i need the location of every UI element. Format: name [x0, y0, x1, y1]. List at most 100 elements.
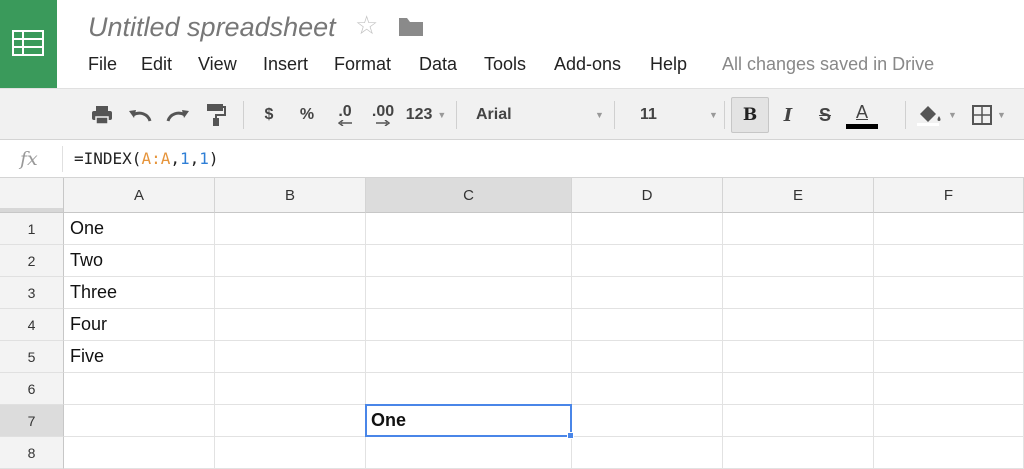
- cell-a4[interactable]: Four: [64, 309, 215, 341]
- menu-addons[interactable]: Add-ons: [554, 54, 621, 75]
- row-header-8[interactable]: 8: [0, 437, 64, 469]
- cell-b2[interactable]: [215, 245, 366, 277]
- cell-d4[interactable]: [572, 309, 723, 341]
- cell-f6[interactable]: [874, 373, 1024, 405]
- cell-e4[interactable]: [723, 309, 874, 341]
- cell-f1[interactable]: [874, 213, 1024, 245]
- cell-f7[interactable]: [874, 405, 1024, 437]
- decrease-decimal-button[interactable]: .0: [330, 89, 360, 141]
- column-header-f[interactable]: F: [874, 178, 1024, 213]
- menu-data[interactable]: Data: [419, 54, 457, 75]
- cell-b3[interactable]: [215, 277, 366, 309]
- cell-c6[interactable]: [366, 373, 572, 405]
- cell-d8[interactable]: [572, 437, 723, 469]
- cell-a1[interactable]: One: [64, 213, 215, 245]
- cell-a6[interactable]: [64, 373, 215, 405]
- cell-f2[interactable]: [874, 245, 1024, 277]
- strikethrough-button[interactable]: S: [812, 89, 838, 141]
- font-size-select[interactable]: 11 ▼: [620, 89, 720, 141]
- cell-c5[interactable]: [366, 341, 572, 373]
- bold-button[interactable]: B: [731, 97, 769, 133]
- column-header-a[interactable]: A: [64, 178, 215, 213]
- cell-c1[interactable]: [366, 213, 572, 245]
- folder-icon[interactable]: [398, 17, 424, 42]
- cell-c3[interactable]: [366, 277, 572, 309]
- fill-handle[interactable]: [567, 432, 574, 439]
- print-button[interactable]: [88, 89, 116, 141]
- cell-e8[interactable]: [723, 437, 874, 469]
- cell-a2[interactable]: Two: [64, 245, 215, 277]
- cell-c2[interactable]: [366, 245, 572, 277]
- cell-d6[interactable]: [572, 373, 723, 405]
- menu-tools[interactable]: Tools: [484, 54, 526, 75]
- cell-f8[interactable]: [874, 437, 1024, 469]
- cell-d7[interactable]: [572, 405, 723, 437]
- cell-b4[interactable]: [215, 309, 366, 341]
- row-header-5[interactable]: 5: [0, 341, 64, 373]
- borders-button[interactable]: ▼: [966, 89, 1024, 141]
- italic-button[interactable]: I: [776, 89, 800, 141]
- cell-e5[interactable]: [723, 341, 874, 373]
- row-header-4[interactable]: 4: [0, 309, 64, 341]
- column-header-c[interactable]: C: [366, 178, 572, 213]
- row-header-3[interactable]: 3: [0, 277, 64, 309]
- cell-d1[interactable]: [572, 213, 723, 245]
- cell-b7[interactable]: [215, 405, 366, 437]
- cell-d5[interactable]: [572, 341, 723, 373]
- currency-button[interactable]: $: [258, 89, 280, 141]
- cell-b1[interactable]: [215, 213, 366, 245]
- font-family-select[interactable]: Arial ▼: [462, 89, 606, 141]
- cell-e6[interactable]: [723, 373, 874, 405]
- undo-button[interactable]: [126, 89, 154, 141]
- cell-e2[interactable]: [723, 245, 874, 277]
- star-icon[interactable]: ☆: [355, 12, 378, 38]
- formula-input[interactable]: =INDEX(A:A,1,1): [74, 149, 219, 168]
- increase-decimal-button[interactable]: .00: [366, 89, 400, 141]
- sheets-logo[interactable]: [0, 0, 57, 88]
- chevron-down-icon: ▼: [437, 110, 447, 120]
- cell-d3[interactable]: [572, 277, 723, 309]
- formula-col-arg: 1: [199, 149, 209, 168]
- row-header-1[interactable]: 1: [0, 213, 64, 245]
- toolbar: $ % .0 .00 123 ▼ Arial ▼ 11 ▼ B I S A ▼: [0, 88, 1024, 140]
- number-format-button[interactable]: 123 ▼: [402, 89, 450, 141]
- document-title[interactable]: Untitled spreadsheet: [88, 12, 336, 43]
- cell-e7[interactable]: [723, 405, 874, 437]
- percent-button[interactable]: %: [294, 89, 320, 141]
- text-color-button[interactable]: A: [845, 89, 879, 141]
- cell-f4[interactable]: [874, 309, 1024, 341]
- row-header-2[interactable]: 2: [0, 245, 64, 277]
- menu-format[interactable]: Format: [334, 54, 391, 75]
- column-header-d[interactable]: D: [572, 178, 723, 213]
- cell-a5[interactable]: Five: [64, 341, 215, 373]
- cell-b6[interactable]: [215, 373, 366, 405]
- cell-c4[interactable]: [366, 309, 572, 341]
- menu-file[interactable]: File: [88, 54, 117, 75]
- cell-c8[interactable]: [366, 437, 572, 469]
- save-status[interactable]: All changes saved in Drive: [722, 54, 934, 75]
- redo-button[interactable]: [164, 89, 192, 141]
- cell-e3[interactable]: [723, 277, 874, 309]
- cell-a8[interactable]: [64, 437, 215, 469]
- column-header-b[interactable]: B: [215, 178, 366, 213]
- menu-help[interactable]: Help: [650, 54, 687, 75]
- fill-color-button[interactable]: ▼: [914, 89, 960, 141]
- cell-f5[interactable]: [874, 341, 1024, 373]
- active-cell-c7[interactable]: One: [365, 404, 572, 437]
- column-header-e[interactable]: E: [723, 178, 874, 213]
- row-header-7[interactable]: 7: [0, 405, 64, 437]
- cell-a3[interactable]: Three: [64, 277, 215, 309]
- cell-a7[interactable]: [64, 405, 215, 437]
- row-header-6[interactable]: 6: [0, 373, 64, 405]
- select-all-corner[interactable]: [0, 178, 64, 213]
- paint-format-button[interactable]: [202, 89, 230, 141]
- fill-color-icon: [917, 106, 941, 126]
- cell-e1[interactable]: [723, 213, 874, 245]
- cell-f3[interactable]: [874, 277, 1024, 309]
- menu-view[interactable]: View: [198, 54, 237, 75]
- menu-insert[interactable]: Insert: [263, 54, 308, 75]
- cell-b8[interactable]: [215, 437, 366, 469]
- menu-edit[interactable]: Edit: [141, 54, 172, 75]
- cell-d2[interactable]: [572, 245, 723, 277]
- cell-b5[interactable]: [215, 341, 366, 373]
